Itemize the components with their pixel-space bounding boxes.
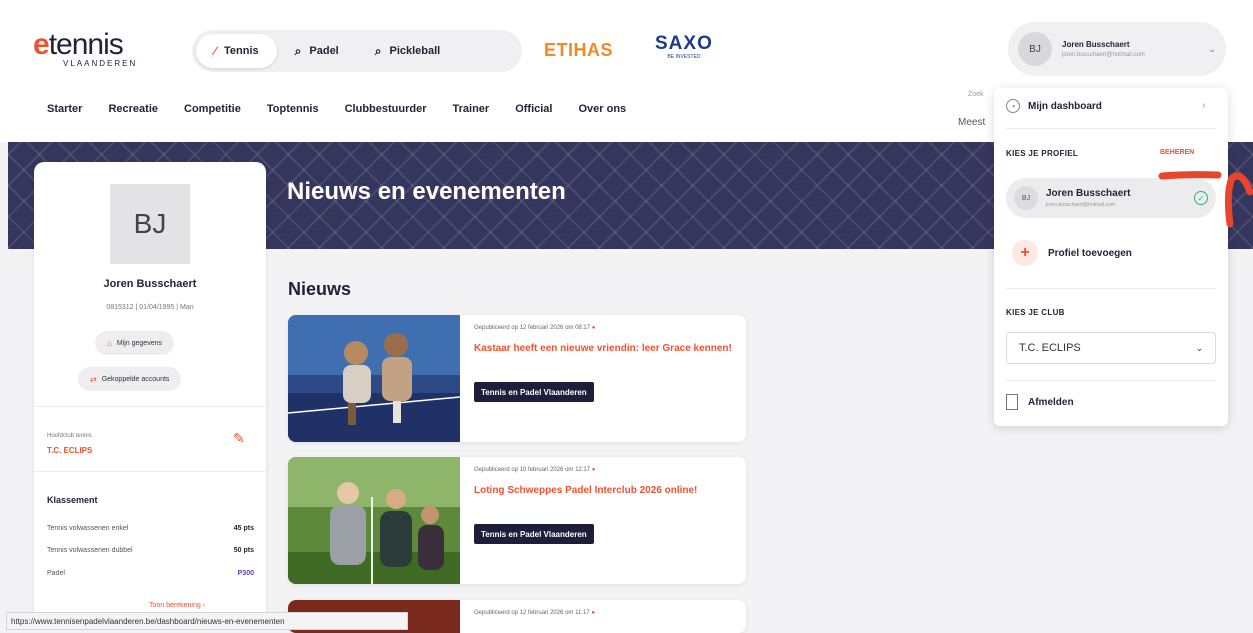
profile-email: joren.busschaert@hotmail.com: [1046, 202, 1115, 208]
profile-meta: 0815312 | 01/04/1995 | Man: [106, 304, 194, 311]
nav-recreatie[interactable]: Recreatie: [108, 103, 158, 115]
manage-profiles-link[interactable]: BEHEREN: [1160, 149, 1194, 156]
nav-clubbestuurder[interactable]: Clubbestuurder: [345, 103, 427, 115]
avatar: BJ: [1018, 32, 1052, 66]
home-club-value: T.C. ECLIPS: [47, 446, 93, 455]
avatar: BJ: [1014, 186, 1038, 210]
logout-button[interactable]: Afmelden: [1006, 394, 1074, 410]
user-email: joren.busschaert@hotmail.com: [1062, 52, 1145, 58]
user-name: Joren Busschaert: [1062, 40, 1130, 49]
page-title: Nieuws en evenementen: [287, 178, 566, 205]
news-image: [288, 457, 460, 584]
show-calculation-link[interactable]: Toon berekening ›: [149, 602, 205, 609]
pickleball-paddle-icon: ⌕: [374, 43, 382, 58]
padel-racket-icon: ⌕: [294, 43, 302, 58]
news-date: Gepubliceerd op 12 februari 2026 om 11:1…: [474, 610, 595, 616]
choose-club-label: KIES JE CLUB: [1006, 308, 1065, 317]
club-select[interactable]: T.C. ECLIPS ⌄: [1006, 332, 1216, 364]
news-section-title: Nieuws: [288, 279, 352, 299]
linked-accounts-button[interactable]: ⇄ Gekoppelde accounts: [78, 367, 182, 391]
my-data-button[interactable]: ⌂ Mijn gegevens: [95, 331, 174, 355]
user-menu-button[interactable]: BJ Joren Busschaert joren.busschaert@hot…: [1008, 22, 1226, 76]
nav-toptennis[interactable]: Toptennis: [267, 103, 319, 115]
news-headline[interactable]: Loting Schweppes Padel Interclub 2026 on…: [474, 484, 736, 497]
gauge-icon: ◔: [1006, 99, 1020, 113]
news-date: Gepubliceerd op 10 februari 2026 om 12:1…: [474, 467, 596, 473]
edit-pencil-icon[interactable]: ✎: [233, 430, 245, 447]
my-dashboard-link[interactable]: ◔ Mijn dashboard: [1006, 99, 1102, 113]
door-icon: [1006, 394, 1018, 410]
plus-icon: +: [1012, 240, 1038, 266]
ranking-row: Tennis volwassenen dubbel 50 pts: [47, 547, 254, 554]
sport-tab-padel[interactable]: ⌕ Padel: [277, 34, 357, 68]
ranking-title: Klassement: [47, 495, 98, 505]
tennis-racket-icon: ∕: [214, 44, 217, 58]
home-club-label: Hoofdclub tennis: [47, 433, 92, 439]
sport-switcher: ∕ Tennis ⌕ Padel ⌕ Pickleball: [192, 30, 522, 72]
profile-card: BJ Joren Busschaert 0815312 | 01/04/1995…: [34, 162, 266, 622]
user-dropdown-menu: ◔ Mijn dashboard › KIES JE PROFIEL BEHER…: [994, 88, 1228, 426]
sport-tab-tennis[interactable]: ∕ Tennis: [196, 34, 277, 68]
browser-status-url: https://www.tennisenpadelvlaanderen.be/d…: [6, 612, 408, 630]
logo-word: etennis: [33, 28, 124, 61]
nav-trainer[interactable]: Trainer: [453, 103, 490, 115]
divider: [34, 471, 266, 472]
divider: [1006, 380, 1216, 381]
news-tag[interactable]: Tennis en Padel Vlaanderen: [474, 382, 594, 402]
sponsor-saxo-logo[interactable]: SAXO BE INVESTED: [655, 34, 713, 61]
news-card[interactable]: Gepubliceerd op 10 februari 2026 om 12:1…: [288, 457, 746, 584]
nav-competitie[interactable]: Competitie: [184, 103, 241, 115]
divider: [1006, 288, 1216, 289]
nav-official[interactable]: Official: [515, 103, 552, 115]
chevron-down-icon: ⌄: [1195, 342, 1203, 353]
news-image: [288, 315, 460, 442]
divider: [34, 406, 266, 407]
logo-subtitle: VLAANDEREN: [63, 59, 138, 68]
news-date: Gepubliceerd op 12 februari 2026 om 08:1…: [474, 325, 596, 331]
hand-drawn-annotation: [1158, 171, 1253, 228]
nav-starter[interactable]: Starter: [47, 103, 82, 115]
search-hint[interactable]: Zoek: [968, 91, 984, 98]
nav-over-ons[interactable]: Over ons: [578, 103, 626, 115]
ranking-row: Tennis volwassenen enkel 45 pts: [47, 525, 254, 532]
chevron-right-icon: ›: [1202, 100, 1206, 111]
add-profile-button[interactable]: + Profiel toevoegen: [1012, 240, 1132, 266]
profile-name: Joren Busschaert: [1046, 188, 1131, 199]
main-navigation: Starter Recreatie Competitie Toptennis C…: [47, 103, 626, 115]
sponsor-etihas-logo[interactable]: ETIHAS: [544, 40, 613, 61]
ranking-row: Padel P300: [47, 570, 254, 577]
search-fragment[interactable]: Meest: [958, 117, 985, 128]
news-tag[interactable]: Tennis en Padel Vlaanderen: [474, 524, 594, 544]
sport-tab-pickleball[interactable]: ⌕ Pickleball: [357, 34, 459, 68]
chevron-down-icon: ⌄: [1208, 43, 1216, 54]
news-headline[interactable]: Kastaar heeft een nieuwe vriendin: leer …: [474, 342, 736, 355]
choose-profile-label: KIES JE PROFIEL: [1006, 149, 1079, 158]
divider: [1006, 128, 1216, 129]
profile-name: Joren Busschaert: [103, 278, 197, 290]
site-logo[interactable]: etennis VLAANDEREN: [33, 28, 138, 69]
profile-avatar: BJ: [110, 184, 190, 264]
user-icon: ⌂: [107, 338, 112, 348]
link-icon: ⇄: [90, 374, 97, 384]
news-card[interactable]: Gepubliceerd op 12 februari 2026 om 08:1…: [288, 315, 746, 442]
